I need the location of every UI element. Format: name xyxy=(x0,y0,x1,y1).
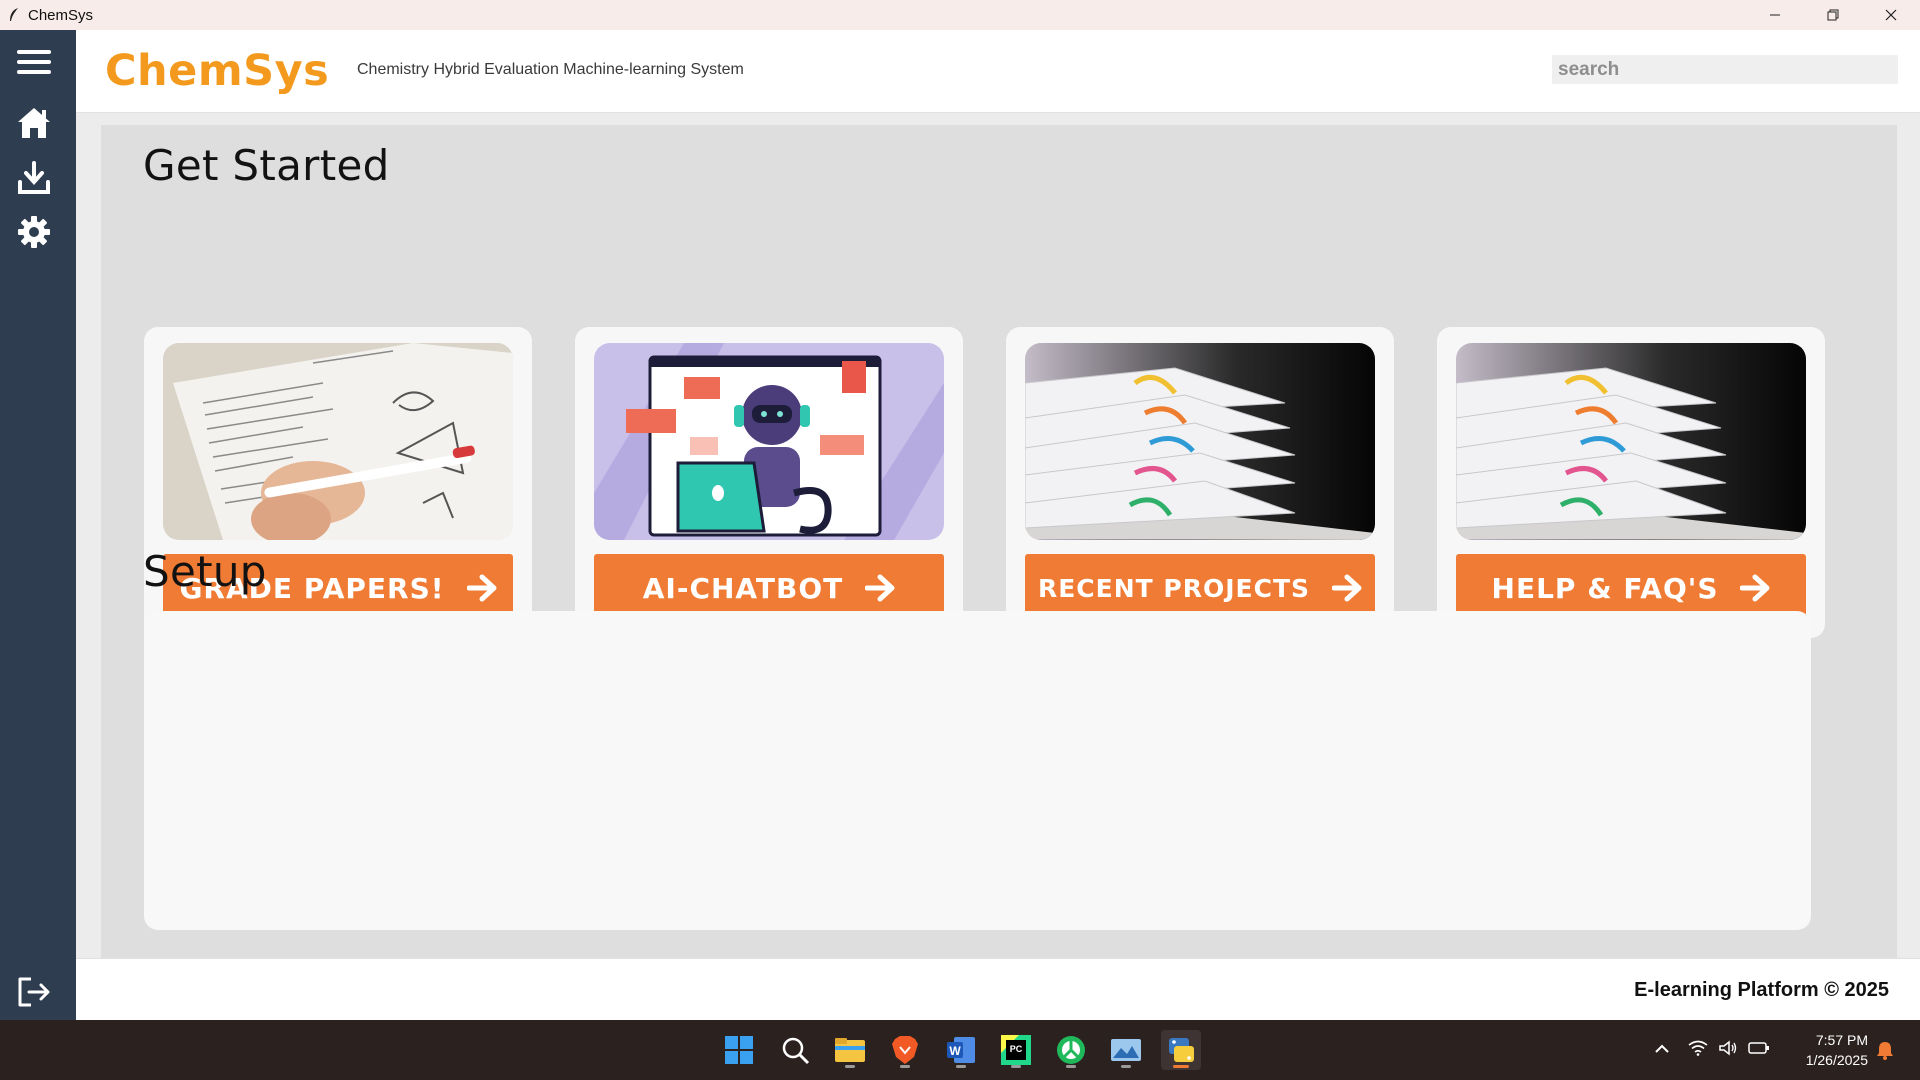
restore-icon xyxy=(1827,9,1839,21)
battery-icon xyxy=(1748,1041,1769,1054)
clock-time: 7:57 PM xyxy=(1815,1032,1868,1048)
close-button[interactable] xyxy=(1862,0,1920,30)
card-ai-chatbot: AI-CHATBOT xyxy=(575,327,963,638)
stacked-papers-image xyxy=(1025,343,1375,540)
running-indicator xyxy=(900,1065,910,1068)
ai-chatbot-label: AI-CHATBOT xyxy=(642,571,844,605)
app-feather-icon xyxy=(6,6,22,24)
wifi-button[interactable] xyxy=(1688,1040,1708,1061)
arrow-right-icon xyxy=(466,574,497,602)
file-explorer-icon xyxy=(835,1038,865,1062)
minimize-icon xyxy=(1770,14,1780,16)
app-tagline: Chemistry Hybrid Evaluation Machine-lear… xyxy=(357,61,744,78)
minimize-button[interactable] xyxy=(1746,0,1804,30)
search-icon xyxy=(782,1037,810,1065)
search-input[interactable] xyxy=(1552,55,1898,84)
logout-icon xyxy=(18,977,50,1007)
close-icon xyxy=(1885,9,1897,21)
download-icon xyxy=(18,161,50,194)
green-app-button[interactable] xyxy=(1051,1030,1091,1070)
help-faq-label: HELP & FAQ'S xyxy=(1491,571,1719,605)
word-button[interactable]: W xyxy=(941,1030,981,1070)
svg-text:W: W xyxy=(949,1044,961,1058)
app-footer: E-learning Platform © 2025 xyxy=(76,958,1920,1020)
brave-browser-button[interactable] xyxy=(885,1030,925,1070)
sidebar-menu-button[interactable] xyxy=(14,42,54,82)
card-help-faq: HELP & FAQ'S xyxy=(1437,327,1825,638)
bell-icon xyxy=(1877,1042,1893,1060)
wifi-icon xyxy=(1688,1040,1708,1056)
running-indicator xyxy=(1011,1065,1021,1068)
running-indicator xyxy=(1066,1065,1076,1068)
app-header: ChemSys Chemistry Hybrid Evaluation Mach… xyxy=(76,30,1920,113)
brand-logo-text: ChemSys xyxy=(105,46,330,96)
gear-icon xyxy=(18,216,50,248)
arrow-right-icon xyxy=(865,574,895,602)
hamburger-menu-icon xyxy=(17,50,51,74)
sidebar-download-button[interactable] xyxy=(14,158,54,198)
window-title: ChemSys xyxy=(28,6,94,24)
windows-start-icon xyxy=(725,1036,753,1064)
home-icon xyxy=(18,108,50,138)
tray-overflow-button[interactable] xyxy=(1654,1041,1670,1059)
brave-browser-icon xyxy=(892,1036,918,1064)
notifications-button[interactable] xyxy=(1876,1020,1894,1080)
card-recent-projects: RECENT PROJECTS xyxy=(1006,327,1394,638)
arrow-right-icon xyxy=(1740,574,1770,602)
recent-projects-label: RECENT PROJECTS xyxy=(1037,573,1311,603)
window-controls xyxy=(1746,0,1920,30)
photos-button[interactable] xyxy=(1106,1030,1146,1070)
python-icon xyxy=(1169,1038,1194,1062)
running-indicator xyxy=(956,1065,966,1068)
stacked-papers-image xyxy=(1456,343,1806,540)
taskbar-search-button[interactable] xyxy=(775,1030,815,1070)
pycharm-button[interactable]: PC xyxy=(996,1030,1036,1070)
sidebar-logout-button[interactable] xyxy=(14,972,54,1012)
running-indicator xyxy=(845,1065,855,1068)
arrow-right-icon xyxy=(1332,574,1362,602)
clock-date: 1/26/2025 xyxy=(1805,1052,1868,1068)
running-indicator xyxy=(1121,1065,1131,1068)
pycharm-icon: PC xyxy=(1001,1035,1031,1065)
speaker-icon xyxy=(1719,1039,1737,1056)
svg-text:PC: PC xyxy=(1010,1044,1023,1054)
grading-paper-image xyxy=(163,343,513,540)
restore-button[interactable] xyxy=(1804,0,1862,30)
volume-button[interactable] xyxy=(1718,1039,1738,1061)
app-icon xyxy=(1057,1036,1085,1064)
sidebar xyxy=(0,30,76,1020)
system-tray xyxy=(1654,1020,1770,1080)
word-icon: W xyxy=(947,1037,975,1063)
python-app-button[interactable] xyxy=(1161,1030,1201,1070)
chevron-up-icon xyxy=(1655,1044,1669,1053)
copyright-text: E-learning Platform © 2025 xyxy=(1634,979,1889,1001)
setup-heading: Setup xyxy=(143,547,267,596)
window-title-bar: ChemSys xyxy=(0,0,1920,30)
battery-button[interactable] xyxy=(1748,1041,1770,1060)
active-indicator xyxy=(1173,1065,1189,1068)
setup-panel xyxy=(144,611,1811,930)
system-clock[interactable]: 7:57 PM 1/26/2025 xyxy=(1806,1030,1868,1070)
photos-icon xyxy=(1111,1039,1141,1061)
sidebar-home-button[interactable] xyxy=(14,103,54,143)
file-explorer-button[interactable] xyxy=(830,1030,870,1070)
get-started-heading: Get Started xyxy=(143,141,390,190)
sidebar-settings-button[interactable] xyxy=(14,212,54,252)
chatbot-robot-image xyxy=(594,343,944,540)
os-taskbar: W PC 7:57 PM 1/26/2025 xyxy=(0,1020,1920,1080)
start-button[interactable] xyxy=(719,1030,759,1070)
